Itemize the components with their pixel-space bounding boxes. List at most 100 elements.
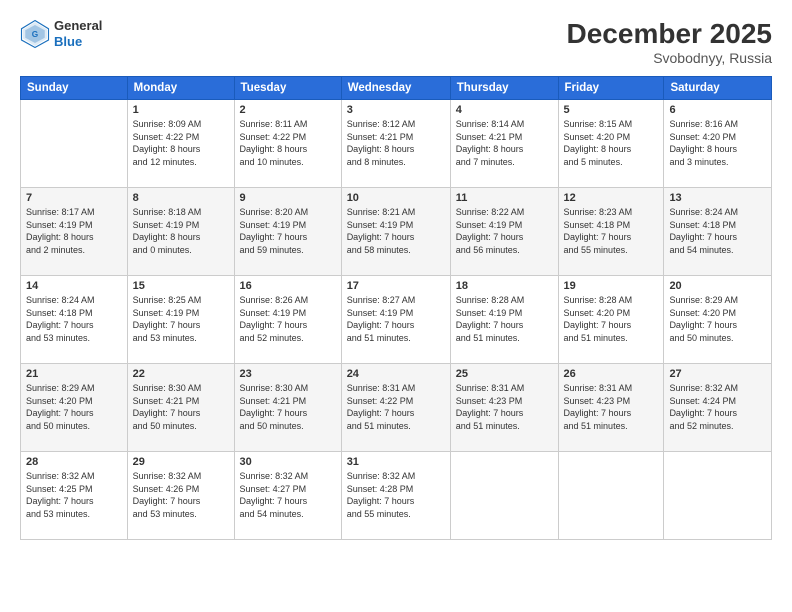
day-info: Sunrise: 8:29 AMSunset: 4:20 PMDaylight:… xyxy=(26,382,122,432)
day-number: 25 xyxy=(456,368,553,380)
calendar-cell: 18 Sunrise: 8:28 AMSunset: 4:19 PMDayligh… xyxy=(450,276,558,364)
col-thursday: Thursday xyxy=(450,77,558,100)
day-number: 10 xyxy=(347,192,445,204)
calendar-cell: 3Sunrise: 8:12 AMSunset: 4:21 PMDaylight… xyxy=(341,100,450,188)
calendar-cell: 21Sunrise: 8:29 AMSunset: 4:20 PMDayligh… xyxy=(21,364,128,452)
day-info: Sunrise: 8:25 AMSunset: 4:19 PMDaylight:… xyxy=(133,294,229,344)
calendar-cell: 28 Sunrise: 8:32 AMSunset: 4:25 PMDayligh… xyxy=(21,452,128,540)
col-sunday: Sunday xyxy=(21,77,128,100)
calendar-cell: 13 Sunrise: 8:24 AMSunset: 4:18 PMDayligh… xyxy=(664,188,772,276)
day-number: 19 xyxy=(564,280,659,292)
calendar-cell: 27Sunrise: 8:32 AMSunset: 4:24 PMDayligh… xyxy=(664,364,772,452)
calendar-week-4: 21Sunrise: 8:29 AMSunset: 4:20 PMDayligh… xyxy=(21,364,772,452)
calendar: Sunday Monday Tuesday Wednesday Thursday… xyxy=(20,76,772,540)
calendar-cell: 25 Sunrise: 8:31 AMSunset: 4:23 PMDayligh… xyxy=(450,364,558,452)
calendar-cell: 31 Sunrise: 8:32 AMSunset: 4:28 PMDayligh… xyxy=(341,452,450,540)
col-tuesday: Tuesday xyxy=(234,77,341,100)
day-number: 12 xyxy=(564,192,659,204)
calendar-cell: 14Sunrise: 8:24 AMSunset: 4:18 PMDayligh… xyxy=(21,276,128,364)
day-info: Sunrise: 8:31 AMSunset: 4:23 PMDaylight:… xyxy=(564,382,659,432)
calendar-cell xyxy=(21,100,128,188)
day-info: Sunrise: 8:31 AMSunset: 4:22 PMDaylight:… xyxy=(347,382,445,432)
calendar-cell: 2 Sunrise: 8:11 AMSunset: 4:22 PMDaylight… xyxy=(234,100,341,188)
calendar-cell: 26 Sunrise: 8:31 AMSunset: 4:23 PMDayligh… xyxy=(558,364,664,452)
day-info: Sunrise: 8:28 AMSunset: 4:19 PMDaylight:… xyxy=(456,294,553,344)
day-number: 14 xyxy=(26,280,122,292)
day-number: 28 xyxy=(26,456,122,468)
day-number: 26 xyxy=(564,368,659,380)
day-number: 2 xyxy=(240,104,336,116)
day-number: 13 xyxy=(669,192,766,204)
page: G General Blue December 2025 Svobodnyy, … xyxy=(0,0,792,612)
col-wednesday: Wednesday xyxy=(341,77,450,100)
day-number: 18 xyxy=(456,280,553,292)
day-info: Sunrise: 8:30 AMSunset: 4:21 PMDaylight:… xyxy=(133,382,229,432)
day-info: Sunrise: 8:26 AMSunset: 4:19 PMDaylight:… xyxy=(240,294,336,344)
calendar-cell: 17 Sunrise: 8:27 AMSunset: 4:19 PMDayligh… xyxy=(341,276,450,364)
day-number: 6 xyxy=(669,104,766,116)
calendar-cell: 15 Sunrise: 8:25 AMSunset: 4:19 PMDayligh… xyxy=(127,276,234,364)
day-info: Sunrise: 8:21 AMSunset: 4:19 PMDaylight:… xyxy=(347,206,445,256)
day-info: Sunrise: 8:12 AMSunset: 4:21 PMDaylight:… xyxy=(347,118,445,168)
day-info: Sunrise: 8:27 AMSunset: 4:19 PMDaylight:… xyxy=(347,294,445,344)
day-info: Sunrise: 8:32 AMSunset: 4:25 PMDaylight:… xyxy=(26,470,122,520)
day-number: 4 xyxy=(456,104,553,116)
day-info: Sunrise: 8:22 AMSunset: 4:19 PMDaylight:… xyxy=(456,206,553,256)
day-number: 5 xyxy=(564,104,659,116)
day-info: Sunrise: 8:11 AMSunset: 4:22 PMDaylight:… xyxy=(240,118,336,168)
calendar-cell: 23 Sunrise: 8:30 AMSunset: 4:21 PMDayligh… xyxy=(234,364,341,452)
day-number: 9 xyxy=(240,192,336,204)
day-info: Sunrise: 8:23 AMSunset: 4:18 PMDaylight:… xyxy=(564,206,659,256)
calendar-cell: 19Sunrise: 8:28 AMSunset: 4:20 PMDayligh… xyxy=(558,276,664,364)
day-number: 1 xyxy=(133,104,229,116)
day-info: Sunrise: 8:29 AMSunset: 4:20 PMDaylight:… xyxy=(669,294,766,344)
day-info: Sunrise: 8:30 AMSunset: 4:21 PMDaylight:… xyxy=(240,382,336,432)
day-info: Sunrise: 8:32 AMSunset: 4:24 PMDaylight:… xyxy=(669,382,766,432)
calendar-cell: 10 Sunrise: 8:21 AMSunset: 4:19 PMDayligh… xyxy=(341,188,450,276)
month-title: December 2025 xyxy=(567,18,772,50)
day-info: Sunrise: 8:31 AMSunset: 4:23 PMDaylight:… xyxy=(456,382,553,432)
day-number: 29 xyxy=(133,456,229,468)
location: Svobodnyy, Russia xyxy=(567,50,772,66)
day-number: 23 xyxy=(240,368,336,380)
header: G General Blue December 2025 Svobodnyy, … xyxy=(20,18,772,66)
col-friday: Friday xyxy=(558,77,664,100)
calendar-cell: 8Sunrise: 8:18 AMSunset: 4:19 PMDaylight… xyxy=(127,188,234,276)
calendar-cell: 11Sunrise: 8:22 AMSunset: 4:19 PMDayligh… xyxy=(450,188,558,276)
calendar-cell: 30Sunrise: 8:32 AMSunset: 4:27 PMDayligh… xyxy=(234,452,341,540)
calendar-week-3: 14Sunrise: 8:24 AMSunset: 4:18 PMDayligh… xyxy=(21,276,772,364)
day-info: Sunrise: 8:16 AMSunset: 4:20 PMDaylight:… xyxy=(669,118,766,168)
calendar-cell xyxy=(664,452,772,540)
calendar-cell: 1Sunrise: 8:09 AMSunset: 4:22 PMDaylight… xyxy=(127,100,234,188)
day-info: Sunrise: 8:15 AMSunset: 4:20 PMDaylight:… xyxy=(564,118,659,168)
day-number: 7 xyxy=(26,192,122,204)
day-info: Sunrise: 8:32 AMSunset: 4:28 PMDaylight:… xyxy=(347,470,445,520)
title-block: December 2025 Svobodnyy, Russia xyxy=(567,18,772,66)
calendar-cell: 4 Sunrise: 8:14 AMSunset: 4:21 PMDaylight… xyxy=(450,100,558,188)
logo-line2: Blue xyxy=(54,34,102,50)
svg-text:G: G xyxy=(32,30,38,39)
day-info: Sunrise: 8:32 AMSunset: 4:26 PMDaylight:… xyxy=(133,470,229,520)
day-info: Sunrise: 8:20 AMSunset: 4:19 PMDaylight:… xyxy=(240,206,336,256)
calendar-week-1: 1Sunrise: 8:09 AMSunset: 4:22 PMDaylight… xyxy=(21,100,772,188)
day-info: Sunrise: 8:14 AMSunset: 4:21 PMDaylight:… xyxy=(456,118,553,168)
day-info: Sunrise: 8:17 AMSunset: 4:19 PMDaylight:… xyxy=(26,206,122,256)
calendar-cell xyxy=(558,452,664,540)
calendar-cell: 9 Sunrise: 8:20 AMSunset: 4:19 PMDaylight… xyxy=(234,188,341,276)
day-info: Sunrise: 8:18 AMSunset: 4:19 PMDaylight:… xyxy=(133,206,229,256)
day-number: 31 xyxy=(347,456,445,468)
day-number: 15 xyxy=(133,280,229,292)
calendar-cell: 29 Sunrise: 8:32 AMSunset: 4:26 PMDayligh… xyxy=(127,452,234,540)
calendar-cell: 20Sunrise: 8:29 AMSunset: 4:20 PMDayligh… xyxy=(664,276,772,364)
day-number: 30 xyxy=(240,456,336,468)
day-number: 17 xyxy=(347,280,445,292)
calendar-cell: 6 Sunrise: 8:16 AMSunset: 4:20 PMDaylight… xyxy=(664,100,772,188)
calendar-cell: 24Sunrise: 8:31 AMSunset: 4:22 PMDayligh… xyxy=(341,364,450,452)
col-monday: Monday xyxy=(127,77,234,100)
logo-text: General Blue xyxy=(54,18,102,49)
day-info: Sunrise: 8:24 AMSunset: 4:18 PMDaylight:… xyxy=(669,206,766,256)
calendar-cell: 7 Sunrise: 8:17 AMSunset: 4:19 PMDaylight… xyxy=(21,188,128,276)
logo: G General Blue xyxy=(20,18,102,49)
calendar-header-row: Sunday Monday Tuesday Wednesday Thursday… xyxy=(21,77,772,100)
day-number: 16 xyxy=(240,280,336,292)
